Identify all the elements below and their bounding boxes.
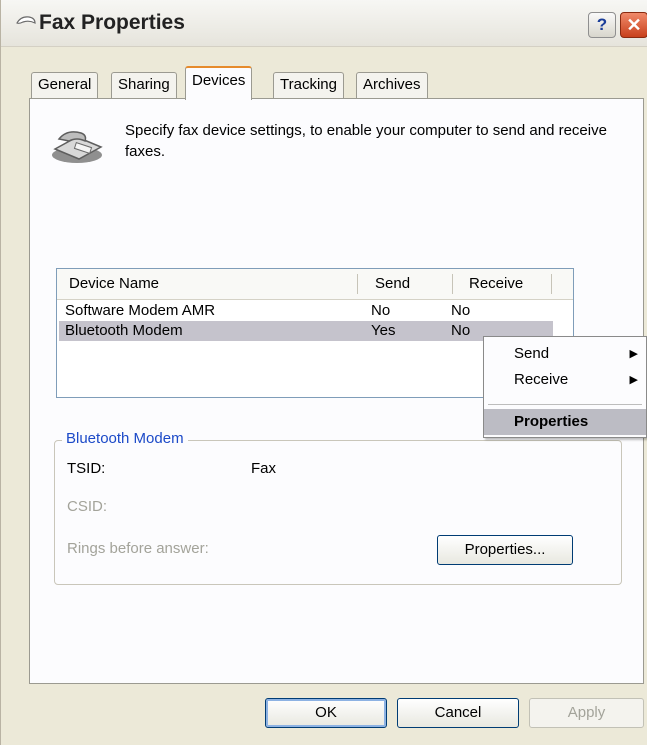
device-properties-button[interactable]: Properties...	[437, 535, 573, 565]
column-separator[interactable]	[452, 274, 453, 294]
menu-separator	[488, 404, 642, 405]
column-receive[interactable]: Receive	[469, 269, 523, 299]
fax-app-icon	[16, 16, 36, 24]
window-title: Fax Properties	[39, 11, 185, 34]
ok-button[interactable]: OK	[265, 698, 387, 728]
list-item-selected[interactable]: Bluetooth Modem Yes No	[59, 321, 553, 341]
tab-sharing[interactable]: Sharing	[111, 72, 177, 98]
fax-machine-icon	[52, 131, 103, 163]
fax-properties-window: Fax Properties ? ✕ General Sharing Devic…	[0, 0, 647, 745]
device-name-cell: Software Modem AMR	[65, 302, 216, 319]
help-button[interactable]: ?	[588, 12, 616, 38]
title-bar[interactable]: Fax Properties ? ✕	[1, 0, 647, 47]
description-text: Specify fax device settings, to enable y…	[125, 122, 607, 160]
send-cell: No	[371, 302, 391, 319]
tab-general[interactable]: General	[31, 72, 99, 98]
column-device-name[interactable]: Device Name	[69, 269, 159, 299]
csid-label: CSID:	[67, 498, 108, 515]
column-separator[interactable]	[357, 274, 358, 294]
menu-item-label: Properties	[514, 413, 589, 430]
submenu-arrow-icon: ▶	[629, 348, 638, 360]
close-button[interactable]: ✕	[620, 12, 647, 38]
tsid-label: TSID:	[67, 460, 106, 477]
menu-item-properties[interactable]: Properties	[484, 409, 646, 435]
column-separator[interactable]	[551, 274, 552, 294]
receive-cell: No	[451, 302, 471, 319]
tab-archives[interactable]: Archives	[356, 72, 428, 98]
receive-cell: No	[451, 322, 471, 339]
menu-item-label: Receive	[514, 371, 569, 388]
send-cell: Yes	[371, 322, 396, 339]
tsid-value: Fax	[251, 460, 277, 477]
list-item[interactable]: Software Modem AMR No No	[59, 301, 553, 321]
device-name-cell: Bluetooth Modem	[65, 322, 183, 339]
cancel-button[interactable]: Cancel	[397, 698, 519, 728]
groupbox-title: Bluetooth Modem	[62, 430, 188, 447]
context-menu: Send ▶ Receive ▶ Properties	[483, 336, 647, 438]
tab-devices[interactable]: Devices	[185, 66, 253, 100]
tab-tracking[interactable]: Tracking	[273, 72, 344, 98]
menu-item-label: Send	[514, 345, 550, 362]
list-header: Device Name Send Receive	[57, 269, 573, 300]
menu-item-send[interactable]: Send ▶	[484, 341, 646, 367]
apply-button[interactable]: Apply	[529, 698, 644, 728]
column-send[interactable]: Send	[375, 269, 410, 299]
menu-item-receive[interactable]: Receive ▶	[484, 367, 646, 393]
submenu-arrow-icon: ▶	[629, 374, 638, 386]
rings-label: Rings before answer:	[67, 540, 209, 557]
